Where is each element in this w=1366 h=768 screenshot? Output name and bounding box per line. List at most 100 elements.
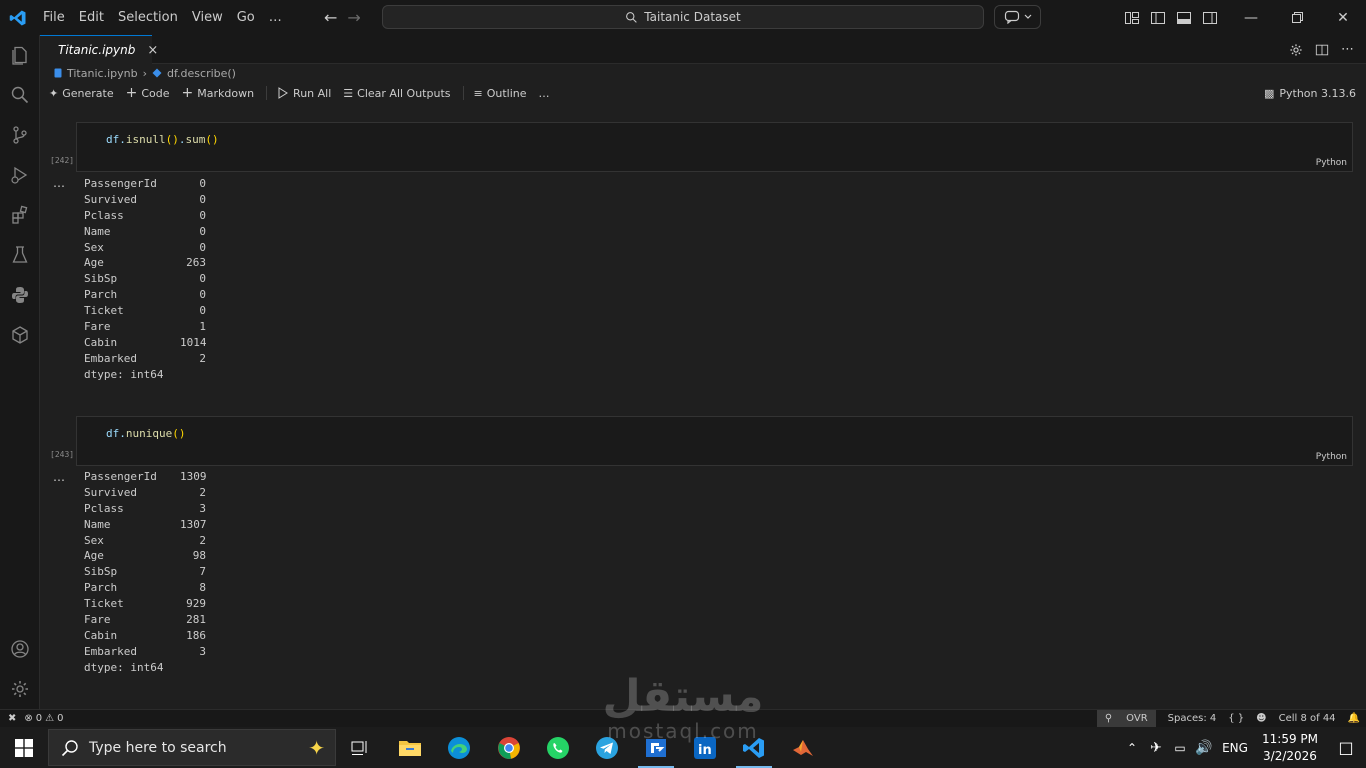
explorer-icon[interactable] (8, 43, 32, 67)
editor-actions: ⋯ (1289, 35, 1354, 64)
breadcrumb-file[interactable]: Titanic.ipynb (67, 67, 138, 80)
output-row: Cabin 1014 (84, 335, 207, 349)
output-row: Survived 0 (84, 192, 206, 206)
output-row: Cabin 186 (84, 628, 206, 642)
chevron-down-icon (1024, 14, 1031, 19)
run-all-button[interactable]: Run All (277, 87, 331, 100)
toggle-primary-sidebar-icon[interactable] (1150, 10, 1166, 26)
output-row: Sex 2 (84, 533, 206, 547)
search-icon[interactable] (8, 83, 32, 107)
execution-count: [243] (50, 450, 75, 459)
cell-language[interactable]: Python (1316, 158, 1347, 168)
windows-start-icon[interactable] (0, 727, 48, 768)
matlab-icon[interactable] (779, 727, 827, 768)
menu-file[interactable]: File (36, 0, 72, 35)
testing-flask-icon[interactable] (8, 243, 32, 267)
notification-center-icon[interactable]: □ (1326, 738, 1366, 757)
menu-more[interactable]: … (262, 0, 289, 35)
run-debug-icon[interactable] (8, 163, 32, 187)
output-row: Survived 2 (84, 485, 206, 499)
title-bar: File Edit Selection View Go … ← → Taitan… (0, 0, 1366, 35)
volume-icon[interactable]: 🔊 (1192, 740, 1216, 756)
notifications-bell-icon[interactable]: 🔔 (1348, 713, 1360, 724)
taskbar-search-placeholder: Type here to search (89, 739, 227, 756)
customize-layout-icon[interactable] (1124, 10, 1140, 26)
cell-source[interactable]: df.nunique() (106, 427, 185, 440)
output-row: Fare 1 (84, 320, 206, 334)
source-control-icon[interactable] (8, 123, 32, 147)
menu-selection[interactable]: Selection (111, 0, 185, 35)
output-menu-icon[interactable]: … (53, 176, 66, 190)
file-explorer-icon[interactable] (386, 727, 434, 768)
edge-browser-icon[interactable] (435, 727, 483, 768)
indentation-status[interactable]: Spaces: 4 (1168, 713, 1217, 724)
forward-arrow-icon[interactable]: → (347, 8, 360, 27)
whatsapp-icon[interactable] (534, 727, 582, 768)
close-icon[interactable]: ✕ (1320, 0, 1366, 35)
battery-icon[interactable]: ▭ (1168, 741, 1192, 755)
input-language[interactable]: ENG (1216, 741, 1254, 755)
output-row: Embarked 2 (84, 351, 206, 365)
overtype-indicator[interactable]: ⚲ OVR (1096, 710, 1156, 727)
mostaql-watermark: مستقل mostaql.com (602, 671, 764, 743)
gear-icon[interactable] (1289, 43, 1303, 57)
language-mode-status[interactable]: { } (1228, 713, 1244, 724)
remote-indicator-icon[interactable]: ✖ (8, 713, 16, 724)
clear-all-outputs-button[interactable]: ☰ Clear All Outputs (343, 87, 450, 100)
menu-edit[interactable]: Edit (72, 0, 111, 35)
back-arrow-icon[interactable]: ← (324, 8, 337, 27)
run-all-icon (278, 87, 288, 99)
add-markdown-cell-button[interactable]: + Markdown (182, 85, 255, 101)
taskbar-clock[interactable]: 11:59 PM 3/2/2026 (1254, 731, 1326, 765)
menu-go[interactable]: Go (230, 0, 262, 35)
restore-icon[interactable] (1274, 0, 1320, 35)
generate-button[interactable]: ✦ Generate (49, 87, 114, 100)
menu-view[interactable]: View (185, 0, 230, 35)
vscode-logo-icon[interactable] (0, 0, 36, 35)
cell-language[interactable]: Python (1316, 452, 1347, 462)
toolbar-divider (462, 86, 464, 100)
toggle-secondary-sidebar-icon[interactable] (1202, 10, 1218, 26)
command-center-search[interactable]: Taitanic Dataset (382, 5, 984, 29)
notebook-file-icon (54, 68, 62, 78)
task-view-icon[interactable] (336, 727, 384, 768)
code-cell[interactable]: df.isnull().sum() Python (76, 122, 1353, 172)
output-menu-icon[interactable]: … (53, 470, 66, 484)
output-row: Pclass 0 (84, 208, 206, 222)
copilot-button[interactable] (994, 5, 1041, 29)
breadcrumb-symbol[interactable]: df.describe() (167, 67, 236, 80)
minimize-icon[interactable]: — (1228, 0, 1274, 35)
chevron-up-icon[interactable]: ⌃ (1120, 741, 1144, 755)
airplane-mode-icon[interactable]: ✈ (1144, 740, 1168, 756)
history-nav: ← → (324, 0, 361, 35)
account-icon[interactable] (8, 637, 32, 661)
more-actions-icon[interactable]: ⋯ (1341, 42, 1354, 57)
cell-source[interactable]: df.isnull().sum() (106, 133, 219, 146)
breadcrumb: Titanic.ipynb › df.describe() (54, 65, 236, 81)
output-row: Age 98 (84, 549, 206, 563)
cell-position-status[interactable]: Cell 8 of 44 (1279, 713, 1336, 724)
containers-icon[interactable] (8, 323, 32, 347)
gear-icon[interactable] (8, 677, 32, 701)
python-icon[interactable] (8, 283, 32, 307)
output-row: Pclass 3 (84, 501, 206, 515)
chrome-browser-icon[interactable] (485, 727, 533, 768)
problems-indicator[interactable]: ⊗ 0 ⚠ 0 (24, 713, 63, 724)
plus-icon: + (181, 85, 194, 101)
notebook-toolbar: ✦ Generate + Code + Markdown Run All ☰ C… (40, 83, 1366, 103)
copilot-status-icon[interactable]: ☻ (1256, 713, 1266, 724)
add-code-cell-button[interactable]: + Code (126, 85, 170, 101)
kernel-picker[interactable]: ▩ Python 3.13.6 (1264, 83, 1356, 103)
toolbar-more-button[interactable]: … (539, 87, 550, 100)
toggle-panel-icon[interactable] (1176, 10, 1192, 26)
taskbar-search-box[interactable]: Type here to search ✦ (48, 729, 336, 766)
extensions-icon[interactable] (8, 203, 32, 227)
code-cell[interactable]: df.nunique() Python (76, 416, 1353, 466)
output-row: Fare 281 (84, 613, 206, 627)
outline-button[interactable]: ≡ Outline (474, 87, 527, 100)
split-editor-icon[interactable] (1315, 43, 1329, 57)
tab-titanic-notebook[interactable]: Titanic.ipynb × (40, 35, 158, 64)
activity-bar (0, 35, 40, 709)
cell-output: PassengerId 1309 Survived 2 Pclass 3 Name 13… (84, 470, 207, 677)
tab-close-icon[interactable]: × (147, 43, 158, 58)
